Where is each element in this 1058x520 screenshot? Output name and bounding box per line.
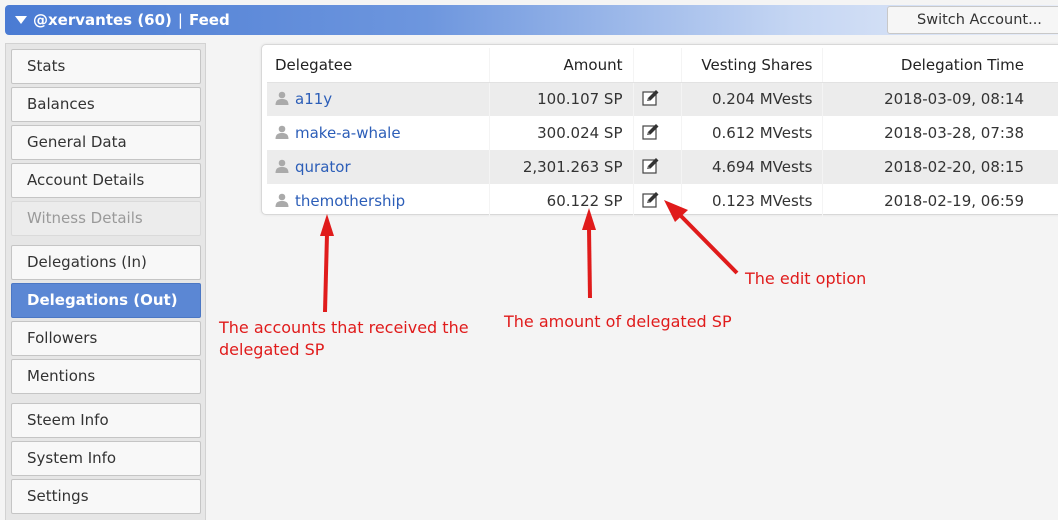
arrow-amount bbox=[582, 208, 596, 299]
annotation-amount: The amount of delegated SP bbox=[504, 312, 732, 331]
annotation-accounts-line2: delegated SP bbox=[219, 340, 325, 359]
annotation-arrows bbox=[320, 200, 739, 313]
annotation-accounts: The accounts that received the delegated… bbox=[219, 317, 469, 361]
annotation-accounts-line1: The accounts that received the bbox=[219, 318, 469, 337]
arrow-accounts bbox=[320, 214, 334, 313]
annotation-edit: The edit option bbox=[745, 269, 867, 288]
arrow-edit bbox=[664, 200, 739, 275]
